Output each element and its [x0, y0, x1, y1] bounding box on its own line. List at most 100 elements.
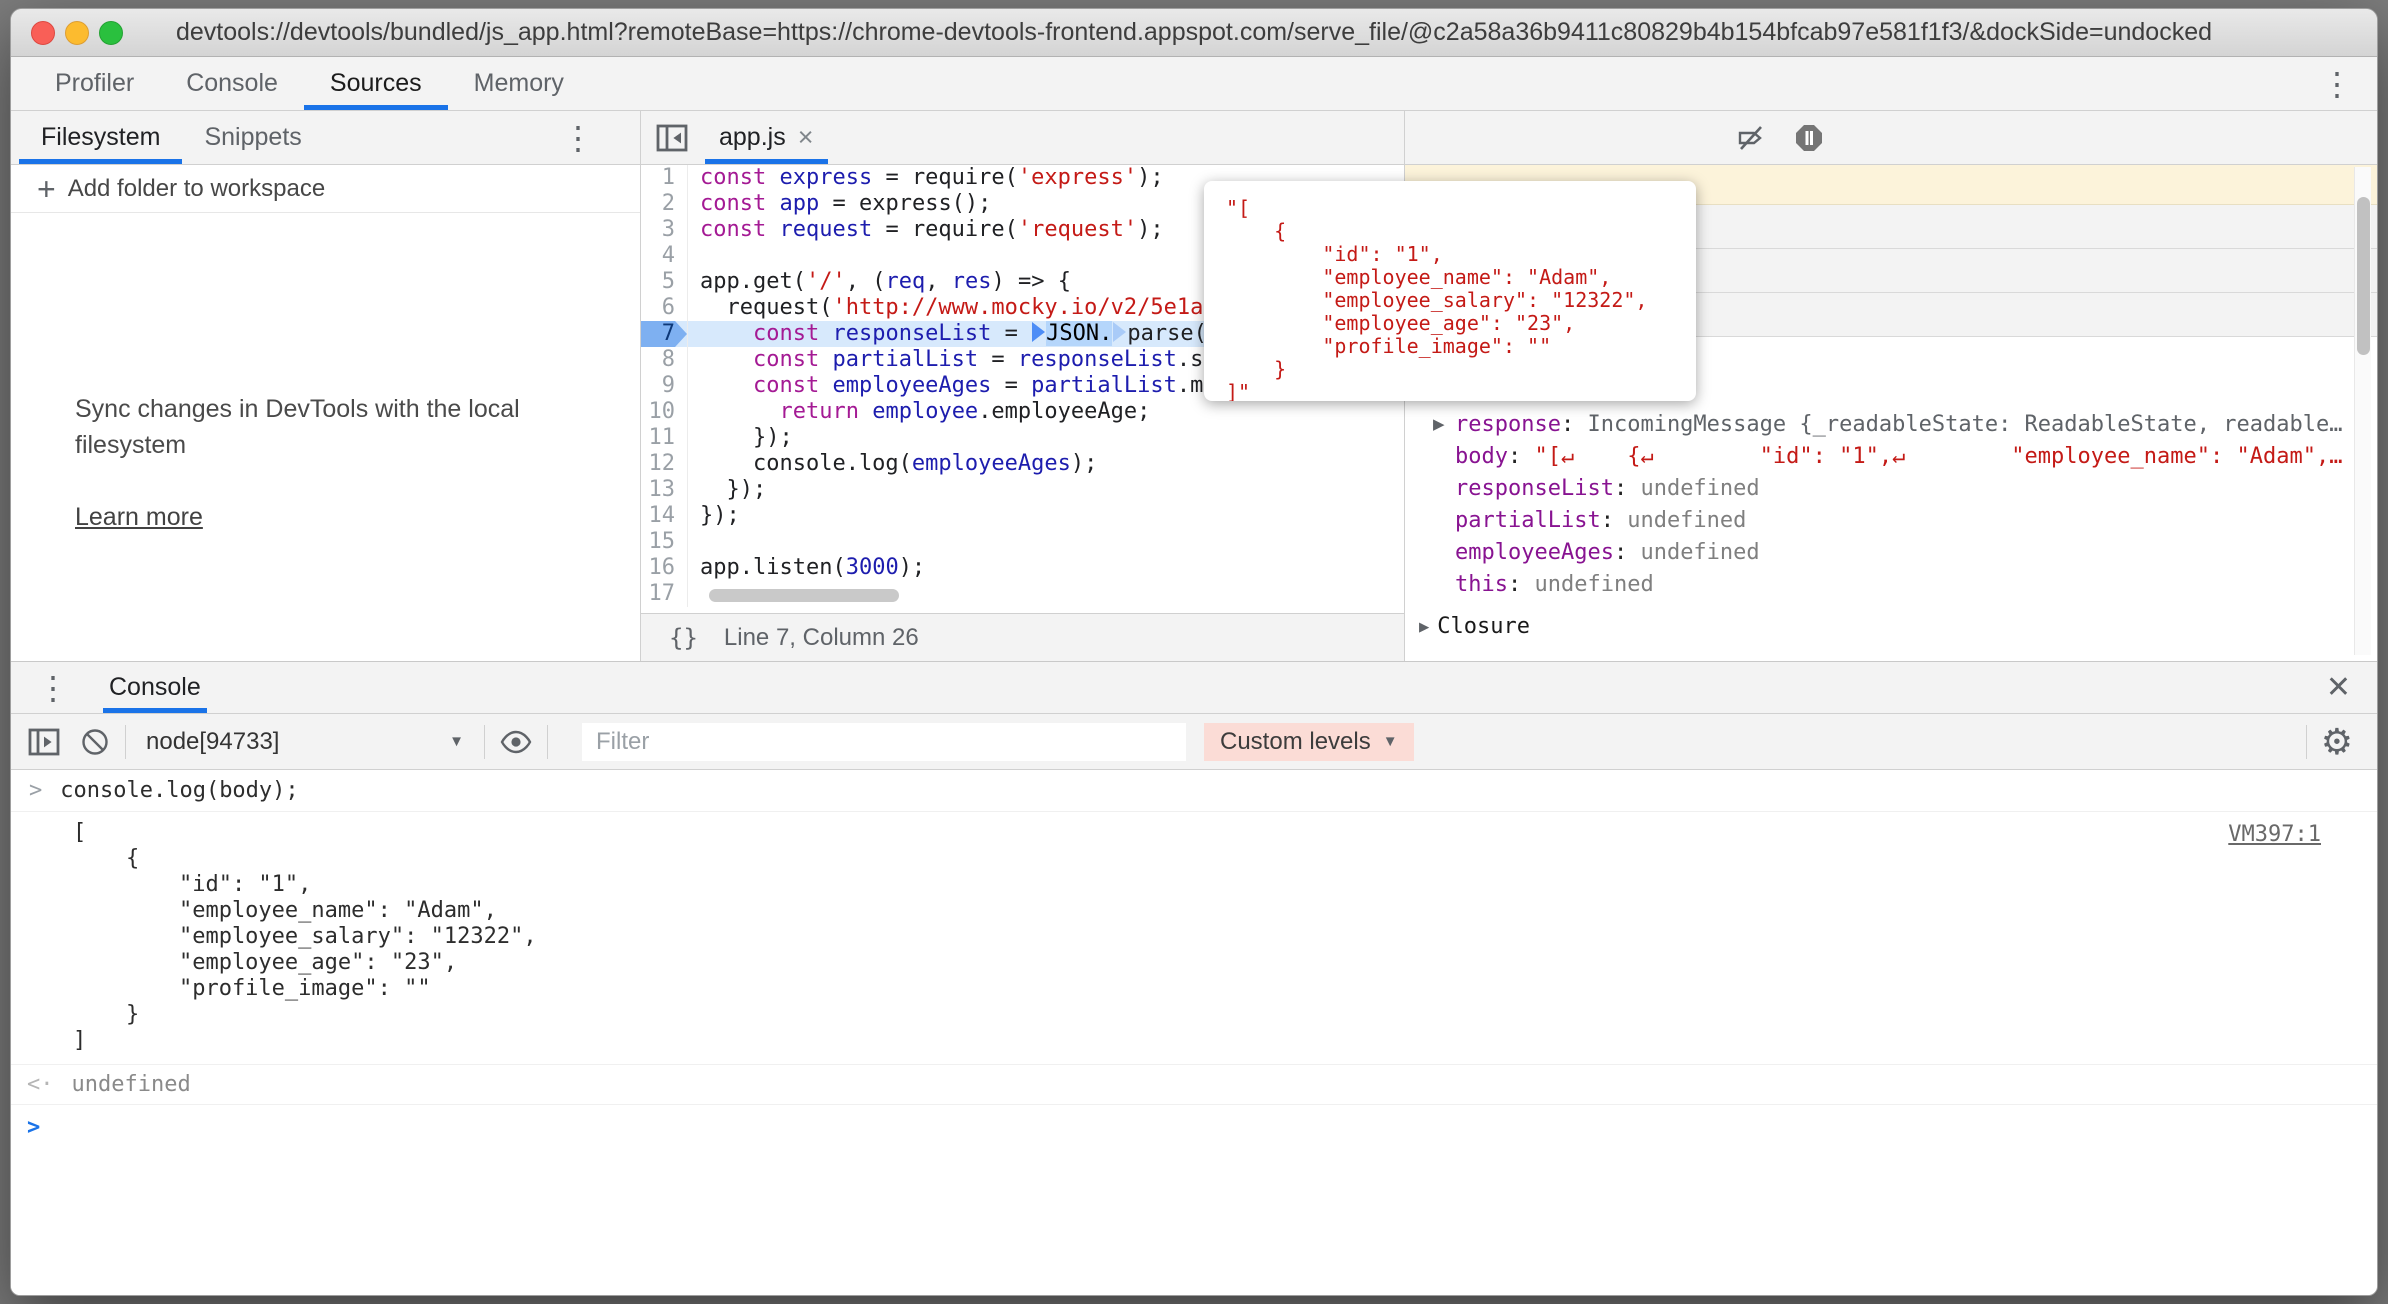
- tab-filesystem[interactable]: Filesystem: [19, 111, 182, 164]
- console-result-value: undefined: [72, 1072, 191, 1097]
- line-number[interactable]: 6: [641, 295, 687, 321]
- show-console-sidebar-icon[interactable]: [27, 725, 61, 759]
- console-toolbar: node[94733] ▼ Custom levels ▼ ⚙: [11, 714, 2377, 770]
- line-number[interactable]: 1: [641, 165, 687, 191]
- tab-memory[interactable]: Memory: [448, 57, 590, 110]
- navigator-tab-bar: Filesystem Snippets ⋮: [11, 111, 640, 165]
- pause-on-exceptions-icon[interactable]: [1793, 122, 1825, 154]
- line-number[interactable]: 10: [641, 399, 687, 425]
- navigator-pane: Filesystem Snippets ⋮ + Add folder to wo…: [11, 111, 641, 661]
- titlebar: devtools://devtools/bundled/js_app.html?…: [11, 9, 2377, 57]
- scope-variable-row[interactable]: partialList: undefined: [1405, 505, 2377, 537]
- variable-value: "[↵ {↵ "id": "1",↵ "employee_name": "Ada…: [1534, 441, 2342, 473]
- tab-close-icon[interactable]: ×: [798, 122, 814, 153]
- console-prompt[interactable]: >: [11, 1105, 2377, 1140]
- hide-navigator-icon[interactable]: [655, 121, 689, 155]
- colon: :: [1614, 473, 1641, 505]
- line-number[interactable]: 9: [641, 373, 687, 399]
- main-tab-bar: Profiler Console Sources Memory ⋮: [11, 57, 2377, 111]
- line-number[interactable]: 15: [641, 529, 687, 555]
- scope-variable-row[interactable]: responseList: undefined: [1405, 473, 2377, 505]
- tab-drawer-console[interactable]: Console: [103, 662, 207, 713]
- line-number[interactable]: 5: [641, 269, 687, 295]
- tab-sources[interactable]: Sources: [304, 57, 448, 110]
- tab-console[interactable]: Console: [160, 57, 304, 110]
- sync-message: Sync changes in DevTools with the local …: [75, 391, 555, 463]
- context-label: node[94733]: [146, 728, 279, 756]
- window-title: devtools://devtools/bundled/js_app.html?…: [141, 18, 2247, 47]
- console-source-link[interactable]: VM397:1: [2228, 822, 2321, 847]
- line-number[interactable]: 4: [641, 243, 687, 269]
- scope-closure-header[interactable]: ▶ Closure: [1405, 611, 2377, 643]
- code-text[interactable]: });: [687, 477, 1404, 503]
- scope-variable-row[interactable]: body: "[↵ {↵ "id": "1",↵ "employee_name"…: [1405, 441, 2377, 473]
- console-command-row[interactable]: > console.log(body);: [11, 770, 2377, 812]
- deactivate-breakpoints-icon[interactable]: [1735, 122, 1767, 154]
- line-number[interactable]: 2: [641, 191, 687, 217]
- code-line: 14});: [641, 503, 1404, 529]
- console-messages[interactable]: > console.log(body); [ { "id": "1", "emp…: [11, 770, 2377, 1295]
- code-text[interactable]: });: [687, 503, 1404, 529]
- pretty-print-icon[interactable]: {}: [669, 624, 698, 652]
- console-output-json: [ { "id": "1", "employee_name": "Adam", …: [73, 820, 2377, 1054]
- variable-name: responseList: [1455, 473, 1614, 505]
- editor-tab-appjs[interactable]: app.js ×: [705, 111, 828, 164]
- toolbar-divider: [2306, 725, 2307, 759]
- tab-snippets[interactable]: Snippets: [182, 111, 323, 164]
- log-levels-dropdown[interactable]: Custom levels ▼: [1204, 723, 1414, 761]
- zoom-button[interactable]: [99, 21, 123, 45]
- debugger-toolbar: [1405, 111, 2377, 165]
- line-number[interactable]: 8: [641, 347, 687, 373]
- line-number[interactable]: 13: [641, 477, 687, 503]
- variable-value: undefined: [1534, 569, 1653, 601]
- scope-variable-row[interactable]: employeeAges: undefined: [1405, 537, 2377, 569]
- variable-value: undefined: [1640, 473, 1759, 505]
- chevron-down-icon: ▼: [1383, 733, 1398, 750]
- scope-closure-label: Closure: [1437, 611, 1530, 643]
- scope-variable-row[interactable]: this: undefined: [1405, 569, 2377, 601]
- close-drawer-icon[interactable]: ✕: [2326, 670, 2351, 705]
- navigator-kebab-icon[interactable]: ⋮: [556, 122, 600, 154]
- line-number[interactable]: 7: [641, 321, 687, 347]
- variable-value: IncomingMessage {_readableState: Readabl…: [1587, 409, 2342, 441]
- line-number[interactable]: 11: [641, 425, 687, 451]
- code-text[interactable]: app.listen(3000);: [687, 555, 1404, 581]
- sidebar-scrollbar-track[interactable]: [2354, 167, 2371, 655]
- line-number[interactable]: 17: [641, 581, 687, 607]
- code-text[interactable]: [687, 529, 1404, 555]
- toolbar-divider: [125, 725, 126, 759]
- execution-context-selector[interactable]: node[94733] ▼: [140, 728, 470, 756]
- code-line: 11 });: [641, 425, 1404, 451]
- scope-variable-row[interactable]: ▶response: IncomingMessage {_readableSta…: [1405, 409, 2377, 441]
- devtools-window: devtools://devtools/bundled/js_app.html?…: [10, 8, 2378, 1296]
- tab-profiler[interactable]: Profiler: [29, 57, 160, 110]
- horizontal-scrollbar-thumb[interactable]: [709, 589, 899, 602]
- live-expression-eye-icon[interactable]: [499, 729, 533, 755]
- console-settings-gear-icon[interactable]: ⚙: [2321, 724, 2353, 760]
- minimize-button[interactable]: [65, 21, 89, 45]
- code-text[interactable]: });: [687, 425, 1404, 451]
- console-output-row[interactable]: [ { "id": "1", "employee_name": "Adam", …: [11, 812, 2377, 1065]
- clear-console-icon[interactable]: [79, 726, 111, 758]
- learn-more-link[interactable]: Learn more: [75, 503, 203, 532]
- colon: :: [1508, 441, 1535, 473]
- variable-name: response: [1455, 409, 1561, 441]
- line-number[interactable]: 14: [641, 503, 687, 529]
- variable-name: this: [1455, 569, 1508, 601]
- editor-status-bar: {} Line 7, Column 26: [641, 613, 1404, 661]
- filter-input[interactable]: [582, 723, 1186, 761]
- line-number[interactable]: 3: [641, 217, 687, 243]
- line-number[interactable]: 12: [641, 451, 687, 477]
- expand-triangle-icon[interactable]: ▶: [1433, 409, 1455, 441]
- prompt-chevron-icon: >: [27, 1115, 40, 1140]
- variable-value: undefined: [1640, 537, 1759, 569]
- add-folder-button[interactable]: + Add folder to workspace: [11, 165, 640, 213]
- code-text[interactable]: console.log(employeeAges);: [687, 451, 1404, 477]
- drawer-menu-kebab-icon[interactable]: ⋮: [31, 672, 75, 704]
- sidebar-scrollbar-thumb[interactable]: [2357, 197, 2370, 355]
- code-text[interactable]: return employee.employeeAge;: [687, 399, 1404, 425]
- main-menu-kebab-icon[interactable]: ⋮: [2315, 68, 2359, 100]
- line-number[interactable]: 16: [641, 555, 687, 581]
- code-line: 12 console.log(employeeAges);: [641, 451, 1404, 477]
- close-button[interactable]: [31, 21, 55, 45]
